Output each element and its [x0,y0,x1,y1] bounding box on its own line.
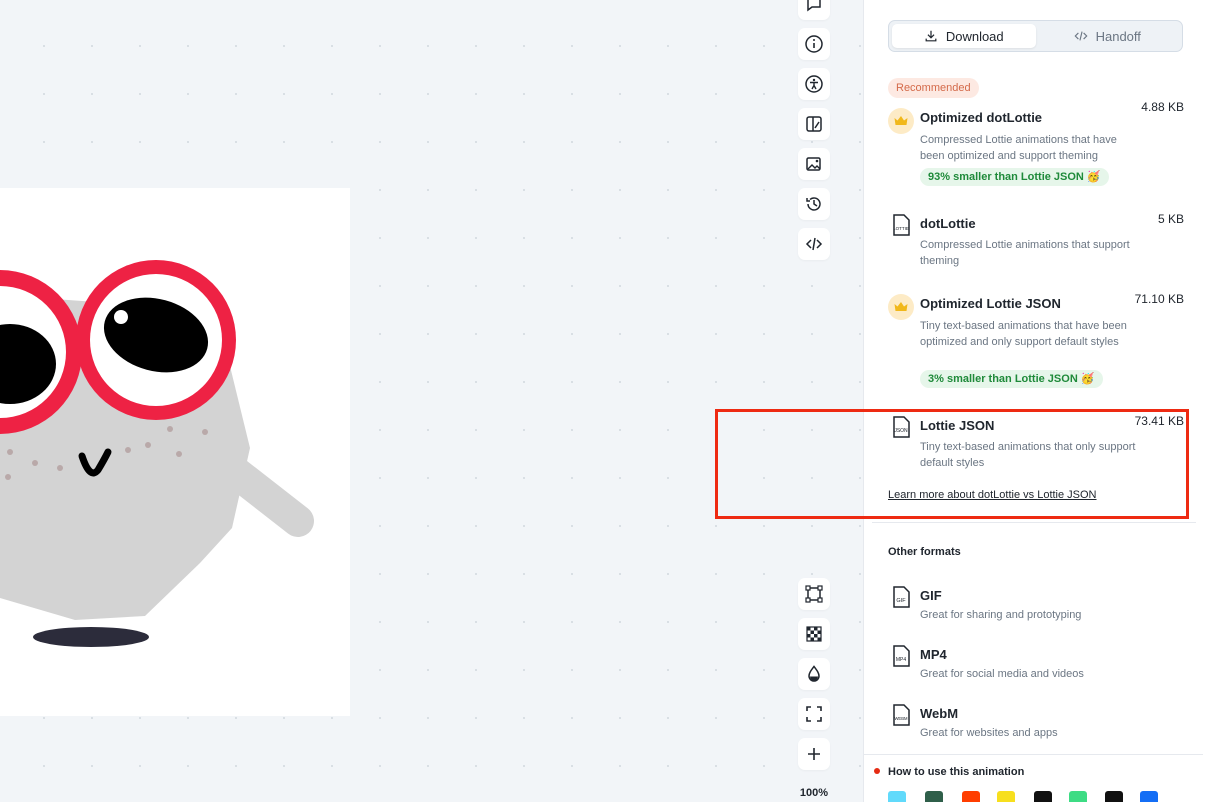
comment-icon [807,0,821,12]
tab-handoff[interactable]: Handoff [1036,24,1180,48]
color-drop-icon [808,665,820,682]
apple-icon[interactable] [1034,791,1052,802]
canvas-toolbar-top [798,0,830,268]
download-icon [925,30,937,42]
comment-button[interactable] [798,0,830,20]
format-title: Optimized dotLottie [920,110,1043,125]
checkerboard-icon [806,626,822,642]
format-title: MP4 [920,647,947,662]
zoom-level[interactable]: 100% [795,787,833,799]
lottie-file-icon: LOTTIE [893,214,910,236]
format-size: 4.88 KB [1141,100,1184,114]
format-title: Optimized Lottie JSON [920,296,1061,311]
how-to-use-section: How to use this animation [864,754,1204,802]
javascript-icon[interactable] [997,791,1015,802]
bounding-box-icon [805,585,823,603]
info-icon [805,35,823,53]
scrollbar[interactable] [1203,0,1213,802]
animation-canvas[interactable] [0,0,863,802]
format-desc: Tiny text-based animations that have bee… [920,320,1127,348]
download-panel: Download Handoff Recommended Optimized d… [863,0,1204,802]
tab-download[interactable]: Download [892,24,1036,48]
canvas-toolbar-bottom [798,578,830,778]
history-icon [806,197,821,211]
webm-file-icon: WEBM [893,704,910,726]
character-illustration [0,260,314,647]
webflow-icon[interactable] [1140,791,1158,802]
accessibility-button[interactable] [798,68,830,100]
format-desc: Compressed Lottie animations that suppor… [920,239,1130,267]
tab-handoff-label: Handoff [1095,28,1141,44]
format-desc: Great for sharing and prototyping [920,609,1082,621]
format-title: WebM [920,706,959,721]
fullscreen-icon [806,706,822,722]
react-icon[interactable] [888,791,906,802]
code-icon [805,237,823,251]
theme-button[interactable] [798,108,830,140]
animation-preview [0,188,350,716]
framer-icon[interactable] [1105,791,1123,802]
svg-text:LOTTIE: LOTTIE [893,226,909,231]
format-mp4[interactable]: MP4 MP4 Great for social media and video… [888,643,1184,687]
code-button[interactable] [798,228,830,260]
zoom-in-button[interactable] [798,738,830,770]
format-title: dotLottie [920,216,976,231]
format-desc: Compressed Lottie animations that have b… [920,134,1117,162]
mp4-file-icon: MP4 [893,645,910,667]
savings-badge: 93% smaller than Lottie JSON 🥳 [920,168,1109,186]
vue-icon[interactable] [925,791,943,802]
info-button[interactable] [798,28,830,60]
format-desc: Great for social media and videos [920,668,1084,680]
panel-tabs: Download Handoff [888,20,1183,52]
code-icon [1074,31,1088,41]
format-gif[interactable]: GIF GIF Great for sharing and prototypin… [888,584,1184,628]
format-dotlottie[interactable]: LOTTIE dotLottie 5 KB Compressed Lottie … [888,212,1184,272]
accessibility-icon [805,75,823,93]
image-edit-icon [806,157,821,171]
format-optimized-dotlottie[interactable]: Optimized dotLottie 4.88 KB Compressed L… [888,100,1184,190]
crown-icon [888,294,914,320]
svelte-icon[interactable] [962,791,980,802]
bounding-box-button[interactable] [798,578,830,610]
theme-editor-icon [806,116,822,132]
history-button[interactable] [798,188,830,220]
svg-text:WEBM: WEBM [894,716,908,721]
format-webm[interactable]: WEBM WebM Great for websites and apps [888,702,1184,746]
svg-text:GIF: GIF [896,598,906,604]
divider [872,522,1196,523]
recommended-badge: Recommended [888,78,979,98]
format-optimized-lottie-json[interactable]: Optimized Lottie JSON 71.10 KB Tiny text… [888,292,1184,392]
crown-icon [888,108,914,134]
how-to-use-title[interactable]: How to use this animation [888,766,1024,778]
edit-image-button[interactable] [798,148,830,180]
transparency-grid-button[interactable] [798,618,830,650]
tab-download-label: Download [945,28,1004,44]
highlight-box [715,409,1189,519]
background-color-button[interactable] [798,658,830,690]
svg-text:MP4: MP4 [896,657,907,663]
format-title: GIF [920,588,942,603]
gif-file-icon: GIF [893,586,910,608]
other-formats-title: Other formats [888,546,961,558]
format-size: 71.10 KB [1134,292,1184,306]
format-size: 5 KB [1157,212,1184,226]
plus-icon [808,748,820,760]
live-dot-icon [874,768,880,774]
fullscreen-button[interactable] [798,698,830,730]
android-icon[interactable] [1069,791,1087,802]
savings-badge: 3% smaller than Lottie JSON 🥳 [920,370,1103,388]
format-desc: Great for websites and apps [920,727,1058,739]
